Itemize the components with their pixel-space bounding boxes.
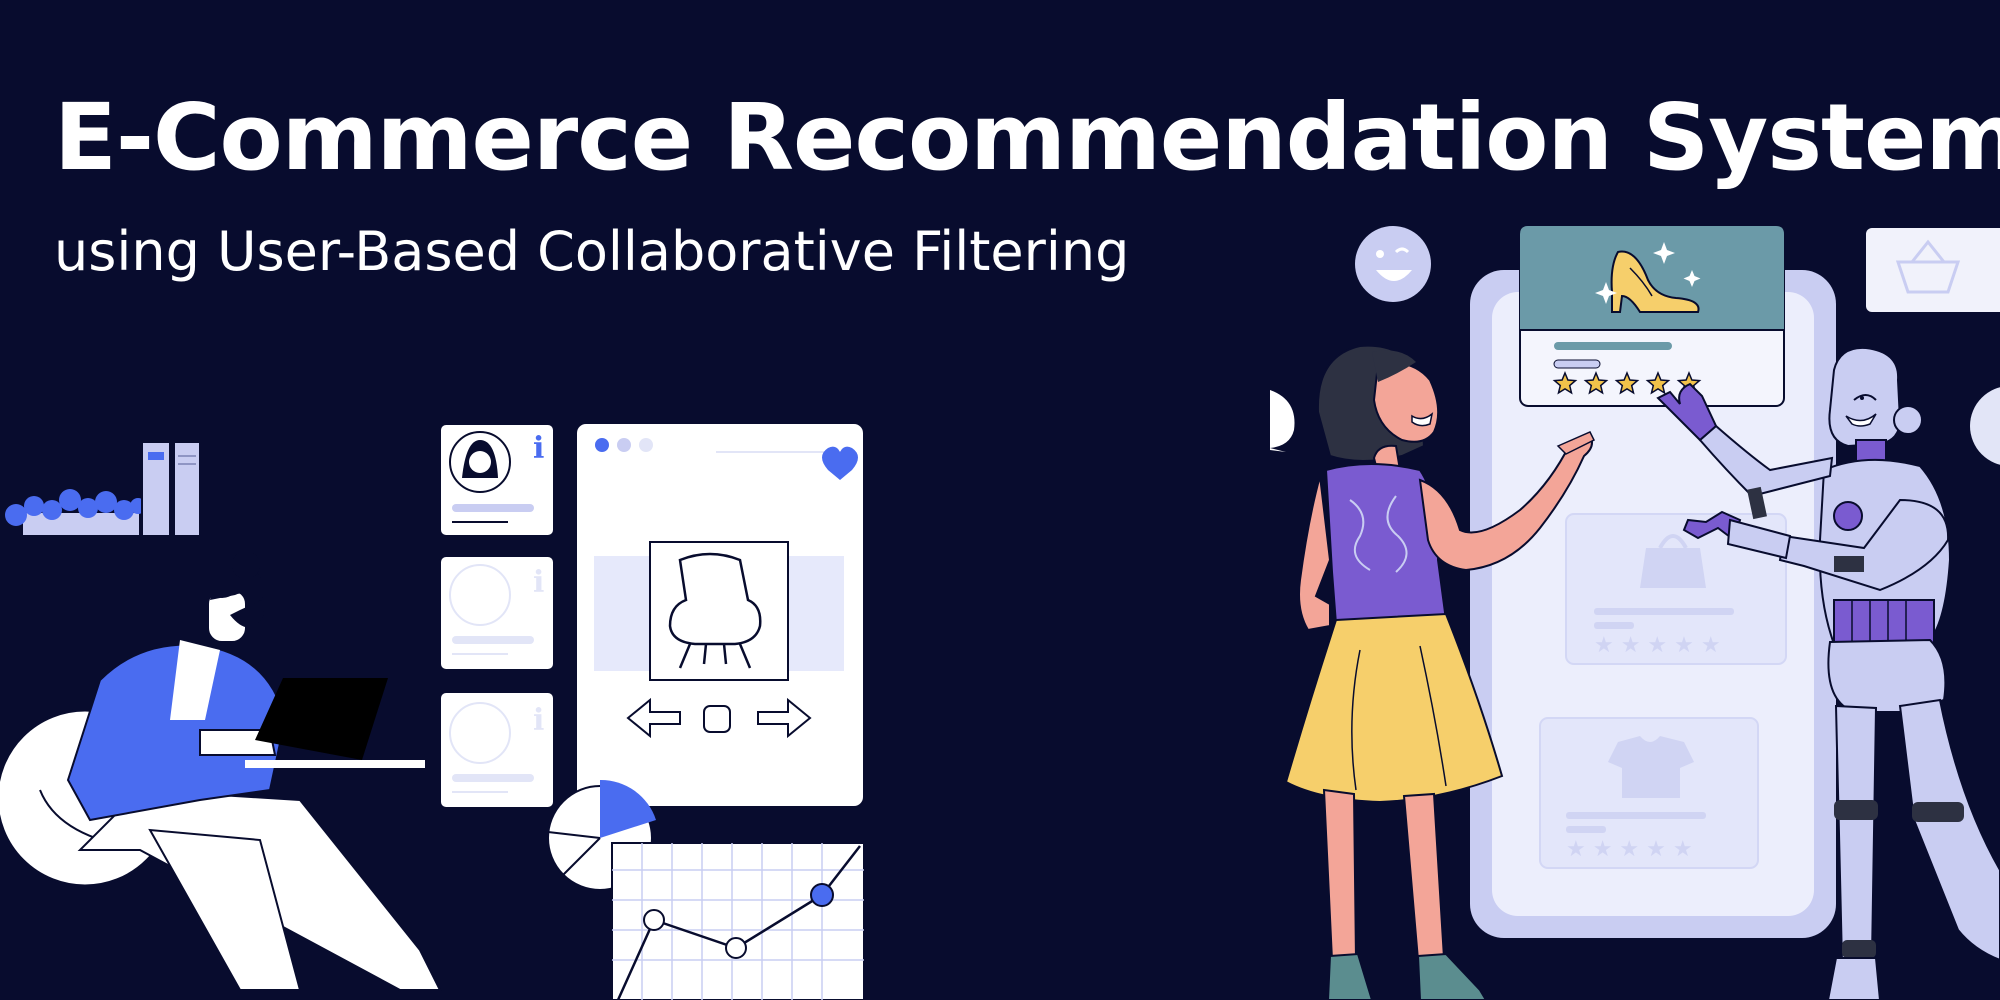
product-viewer-window (575, 422, 865, 808)
svg-text:★ ★ ★ ★ ★: ★ ★ ★ ★ ★ (1566, 837, 1693, 862)
svg-text:i: i (533, 703, 544, 738)
seated-man-illustration (0, 551, 442, 991)
product-card-shirt: ★ ★ ★ ★ ★ (1539, 717, 1759, 869)
stop-icon (703, 705, 731, 733)
speech-bubble-left (1270, 390, 1295, 452)
shopping-basket-icon (1866, 228, 2000, 312)
banner-illustration: i i i ★ ★ ★ ★ ★ ★ ★ ★ ★ ★ (0, 225, 2000, 1000)
svg-text:i: i (533, 565, 544, 600)
info-icon: i (533, 431, 544, 466)
featured-product-card (1519, 225, 1785, 407)
svg-text:★ ★ ★ ★ ★: ★ ★ ★ ★ ★ (1594, 633, 1721, 658)
smiley-icon (1355, 226, 1431, 302)
shelf-decoration (5, 441, 201, 537)
speech-bubble-right (1970, 387, 2000, 465)
profile-cards: i i i (439, 423, 555, 809)
line-chart-icon (611, 842, 865, 1000)
